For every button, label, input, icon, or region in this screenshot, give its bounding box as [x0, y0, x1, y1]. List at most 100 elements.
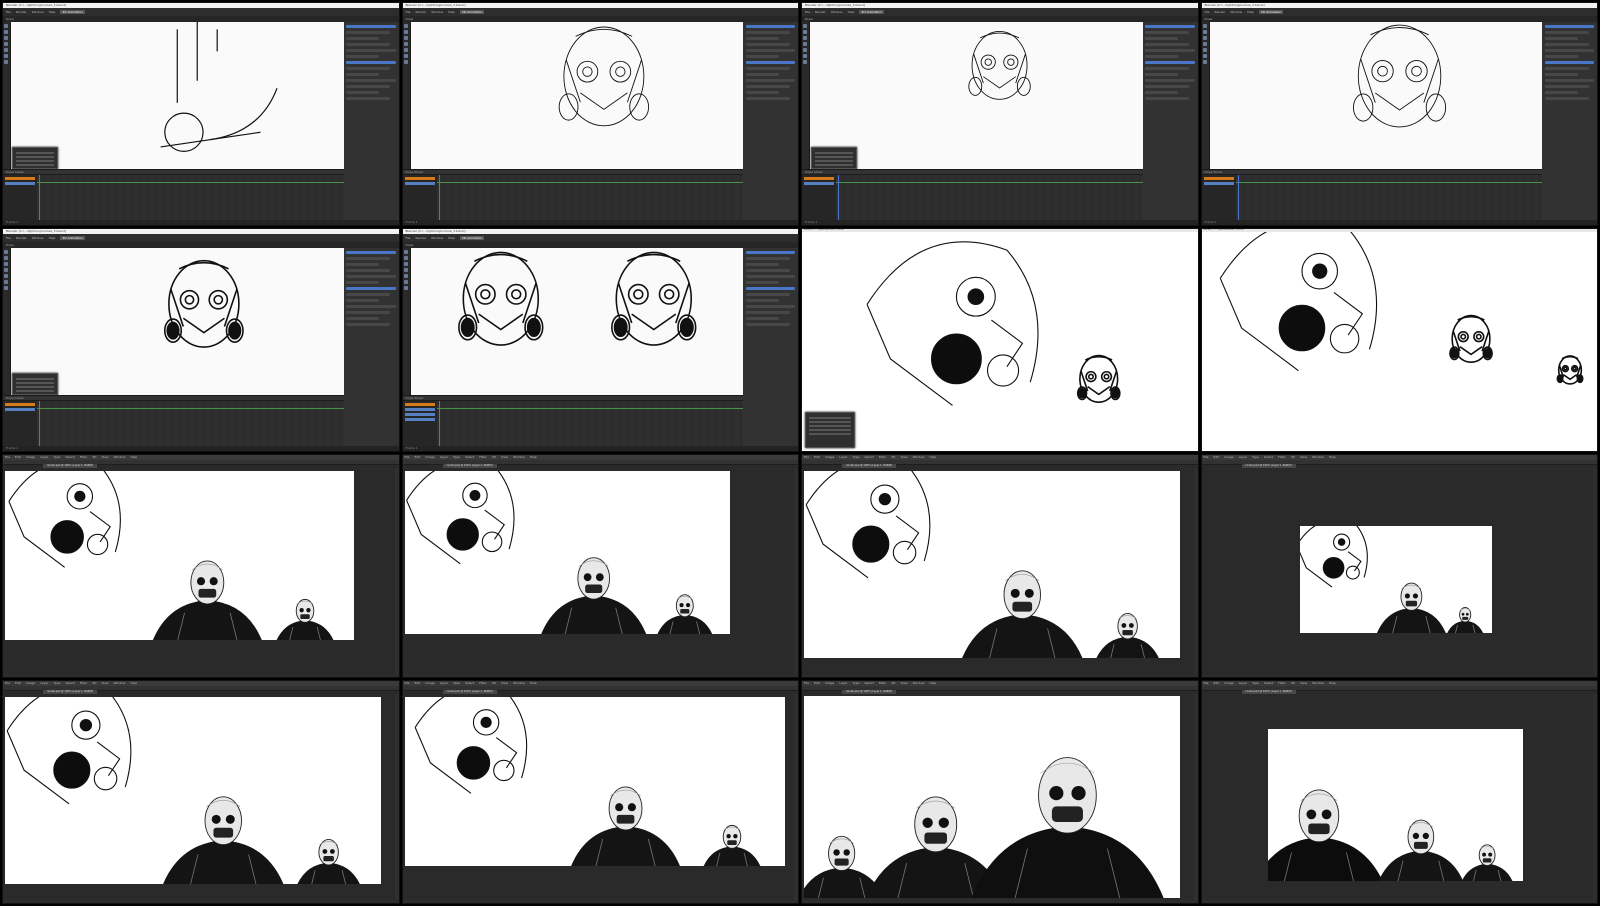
tool-icon[interactable]	[4, 24, 8, 28]
property-row[interactable]	[1145, 55, 1179, 58]
redo-panel[interactable]	[12, 373, 58, 395]
properties-panel[interactable]	[342, 248, 399, 446]
channel-list[interactable]	[3, 175, 37, 220]
redo-panel-row[interactable]	[809, 425, 851, 427]
menu-item-select[interactable]: Select	[465, 681, 474, 685]
dope-sheet[interactable]: Dope Sheet	[3, 169, 344, 220]
tool-icon[interactable]	[1202, 36, 1207, 40]
playhead[interactable]	[39, 175, 40, 220]
property-row[interactable]	[1544, 55, 1578, 58]
tool-icon[interactable]	[1202, 54, 1207, 58]
property-row[interactable]	[346, 67, 391, 70]
menu-item-type[interactable]: Type	[453, 455, 460, 459]
menu-item-layer[interactable]: Layer	[40, 681, 48, 685]
menu-item-layer[interactable]: Layer	[440, 681, 448, 685]
channel-lines[interactable]	[404, 182, 435, 185]
property-row[interactable]	[346, 299, 380, 302]
redo-panel-row[interactable]	[16, 390, 54, 392]
tool-icon[interactable]	[1202, 48, 1207, 52]
redo-panel-row[interactable]	[16, 156, 54, 158]
property-row[interactable]	[745, 263, 779, 266]
menu-item-edit[interactable]: Edit	[1214, 455, 1220, 459]
channel-lines[interactable]	[5, 182, 35, 185]
redo-panel-row[interactable]	[16, 160, 54, 162]
property-row[interactable]	[346, 263, 380, 266]
tool-icon[interactable]	[403, 262, 408, 266]
menu-item-filter[interactable]: Filter	[879, 455, 886, 459]
scrollbar[interactable]	[1593, 694, 1597, 900]
menu-item-file[interactable]: File	[5, 681, 10, 685]
tool-icon[interactable]	[403, 54, 408, 58]
tool-icon[interactable]	[403, 280, 408, 284]
menu-item-window[interactable]: Window	[1312, 455, 1324, 459]
property-row[interactable]	[1544, 73, 1578, 76]
channel-lines[interactable]	[1203, 182, 1234, 185]
property-row[interactable]	[1544, 31, 1589, 34]
channel-layer[interactable]	[1203, 177, 1234, 180]
menu-item-window[interactable]: Window	[32, 236, 44, 240]
menu-item-help[interactable]: Help	[848, 10, 855, 14]
tool-icon[interactable]	[403, 42, 408, 46]
tool-icon[interactable]	[803, 42, 807, 46]
property-row[interactable]	[745, 299, 779, 302]
property-row[interactable]	[1544, 43, 1589, 46]
menu-item-view[interactable]: View	[900, 681, 907, 685]
menu-item-select[interactable]: Select	[865, 455, 874, 459]
property-row[interactable]	[1544, 67, 1589, 70]
menu-item-filter[interactable]: Filter	[1278, 681, 1285, 685]
menu-item-layer[interactable]: Layer	[1239, 455, 1247, 459]
menu-item-image[interactable]: Image	[26, 681, 35, 685]
menu-item-file[interactable]: File	[5, 455, 10, 459]
menu-item-file[interactable]: File	[406, 10, 411, 14]
redo-panel-row[interactable]	[809, 433, 851, 435]
tool-icon[interactable]	[403, 274, 408, 278]
properties-panel[interactable]	[741, 248, 798, 446]
tool-icon[interactable]	[403, 256, 408, 260]
property-row[interactable]	[745, 251, 795, 254]
viewport[interactable]	[410, 22, 744, 169]
property-row[interactable]	[745, 85, 790, 88]
scrollbar[interactable]	[794, 694, 798, 900]
property-row[interactable]	[745, 311, 790, 314]
channel-mask[interactable]	[404, 418, 435, 421]
tool-icon[interactable]	[4, 60, 8, 64]
menu-item-help[interactable]: Help	[448, 236, 455, 240]
property-row[interactable]	[346, 97, 391, 100]
document-canvas[interactable]	[804, 471, 1181, 659]
menu-item-file[interactable]: File	[6, 10, 11, 14]
playhead[interactable]	[438, 175, 440, 220]
menu-bar[interactable]: File Render Window Help 2D Animation	[802, 8, 1198, 16]
menu-item-edit[interactable]: Edit	[15, 681, 21, 685]
document-tab[interactable]: render.psd @ 100% (Layer 1, RGB/8)	[43, 464, 98, 468]
viewport[interactable]	[11, 248, 344, 395]
redo-panel-row[interactable]	[16, 164, 54, 166]
menu-bar[interactable]: File Render Window Help 2D Animation	[3, 234, 399, 242]
property-row[interactable]	[745, 31, 790, 34]
document-tab[interactable]: render.psd @ 100% (Layer 1, RGB/8)	[442, 690, 497, 694]
redo-panel-row[interactable]	[815, 160, 853, 162]
menu-item-window[interactable]: Window	[1312, 681, 1324, 685]
menu-item-3d[interactable]: 3D	[1291, 455, 1295, 459]
menu-item-window[interactable]: Window	[513, 455, 525, 459]
document-canvas[interactable]	[5, 697, 382, 885]
workspace-tab[interactable]: 2D Animation	[859, 10, 884, 14]
workspace-tab[interactable]: 2D Animation	[60, 236, 85, 240]
scrollbar[interactable]	[1193, 694, 1198, 900]
menu-item-render[interactable]: Render	[16, 236, 27, 240]
menu-item-file[interactable]: File	[1204, 681, 1209, 685]
dope-sheet[interactable]: Dope Sheet	[402, 395, 744, 446]
menu-item-render[interactable]: Render	[416, 10, 427, 14]
active-tool-tab[interactable]: Draw	[6, 17, 14, 21]
menu-item-type[interactable]: Type	[853, 681, 860, 685]
viewport[interactable]	[810, 22, 1143, 169]
property-row[interactable]	[745, 97, 790, 100]
menu-item-select[interactable]: Select	[865, 681, 874, 685]
menu-item-render[interactable]: Render	[416, 236, 427, 240]
tool-icon[interactable]	[4, 42, 8, 46]
property-row[interactable]	[346, 293, 391, 296]
dope-sheet[interactable]: Dope Sheet	[802, 169, 1143, 220]
menu-item-help[interactable]: Help	[130, 455, 137, 459]
document-tab[interactable]: render.psd @ 100% (Layer 1, RGB/8)	[842, 690, 897, 694]
menu-item-filter[interactable]: Filter	[80, 681, 87, 685]
property-row[interactable]	[745, 317, 779, 320]
